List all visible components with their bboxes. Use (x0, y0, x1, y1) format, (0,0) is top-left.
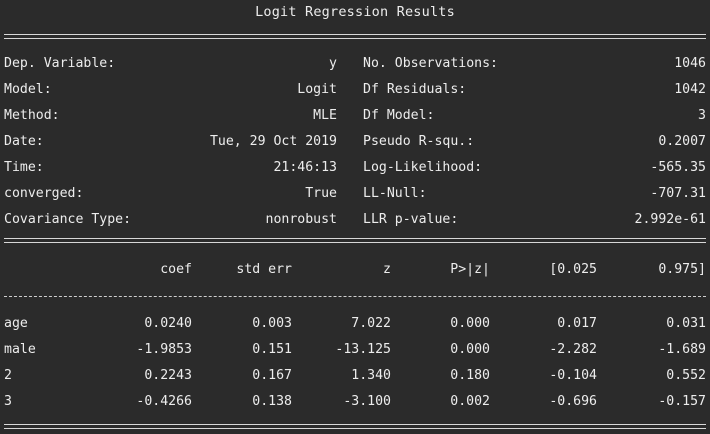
table-cell: 1.340 (351, 368, 391, 383)
summary-right-label: Log-Likelihood: (363, 160, 483, 175)
summary-right-value: 0.2007 (658, 134, 706, 149)
summary-left-label: Model: (4, 82, 52, 97)
table-cell: -0.4266 (136, 394, 192, 409)
table-cell: 0.002 (450, 394, 490, 409)
summary-left-label: converged: (4, 186, 84, 201)
table-cell: 7.022 (351, 316, 391, 331)
table-cell: -0.157 (658, 394, 706, 409)
table-cell: -2.282 (549, 342, 597, 357)
summary-right-label: Df Residuals: (363, 82, 467, 97)
summary-left-value: MLE (313, 108, 337, 123)
results-title: Logit Regression Results (255, 4, 455, 20)
summary-left-label: Covariance Type: (4, 212, 132, 227)
column-header: [0.025 (549, 262, 597, 277)
summary-left-value: Tue, 29 Oct 2019 (209, 134, 337, 149)
summary-right-label: Df Model: (363, 108, 435, 123)
column-header: std err (236, 262, 292, 277)
double-rule-bottom (4, 424, 706, 429)
summary-right-value: 1046 (674, 56, 706, 71)
summary-right-value: -707.31 (650, 186, 706, 201)
table-cell: -13.125 (335, 342, 391, 357)
dashed-rule-header (4, 296, 706, 298)
table-cell: 0.180 (450, 368, 490, 383)
row-label: male (4, 342, 36, 357)
summary-right-value: 1042 (674, 82, 706, 97)
summary-left-label: Dep. Variable: (4, 56, 116, 71)
table-cell: -1.689 (658, 342, 706, 357)
summary-right-label: LLR p-value: (363, 212, 459, 227)
column-header: z (383, 262, 391, 277)
summary-right-label: No. Observations: (363, 56, 498, 71)
table-cell: 0.138 (252, 394, 292, 409)
column-header: 0.975] (658, 262, 706, 277)
table-cell: 0.000 (450, 342, 490, 357)
summary-left-value: Logit (297, 82, 337, 97)
summary-left-value: nonrobust (265, 212, 337, 227)
summary-right-label: Pseudo R-squ.: (363, 134, 475, 149)
table-cell: -0.696 (549, 394, 597, 409)
row-label: age (4, 316, 28, 331)
table-cell: 0.017 (557, 316, 597, 331)
row-label: 3 (4, 394, 12, 409)
summary-right-value: 2.992e-61 (634, 212, 706, 227)
summary-right-value: -565.35 (650, 160, 706, 175)
summary-right-value: 3 (698, 108, 706, 123)
summary-left-value: True (305, 186, 337, 201)
summary-right-label: LL-Null: (363, 186, 427, 201)
table-cell: -3.100 (343, 394, 391, 409)
table-cell: 0.003 (252, 316, 292, 331)
row-label: 2 (4, 368, 12, 383)
table-cell: -1.9853 (136, 342, 192, 357)
summary-left-value: 21:46:13 (273, 160, 337, 175)
summary-left-label: Method: (4, 108, 60, 123)
table-cell: 0.552 (666, 368, 706, 383)
table-cell: 0.151 (252, 342, 292, 357)
column-header: coef (160, 262, 192, 277)
column-header: P>|z| (450, 262, 490, 277)
double-rule-middle (4, 238, 706, 243)
table-cell: -0.104 (549, 368, 597, 383)
table-cell: 0.0240 (144, 316, 192, 331)
table-cell: 0.031 (666, 316, 706, 331)
summary-left-label: Date: (4, 134, 44, 149)
table-cell: 0.000 (450, 316, 490, 331)
summary-left-value: y (329, 56, 337, 71)
table-cell: 0.2243 (144, 368, 192, 383)
table-cell: 0.167 (252, 368, 292, 383)
double-rule-top (4, 34, 706, 39)
summary-left-label: Time: (4, 160, 44, 175)
